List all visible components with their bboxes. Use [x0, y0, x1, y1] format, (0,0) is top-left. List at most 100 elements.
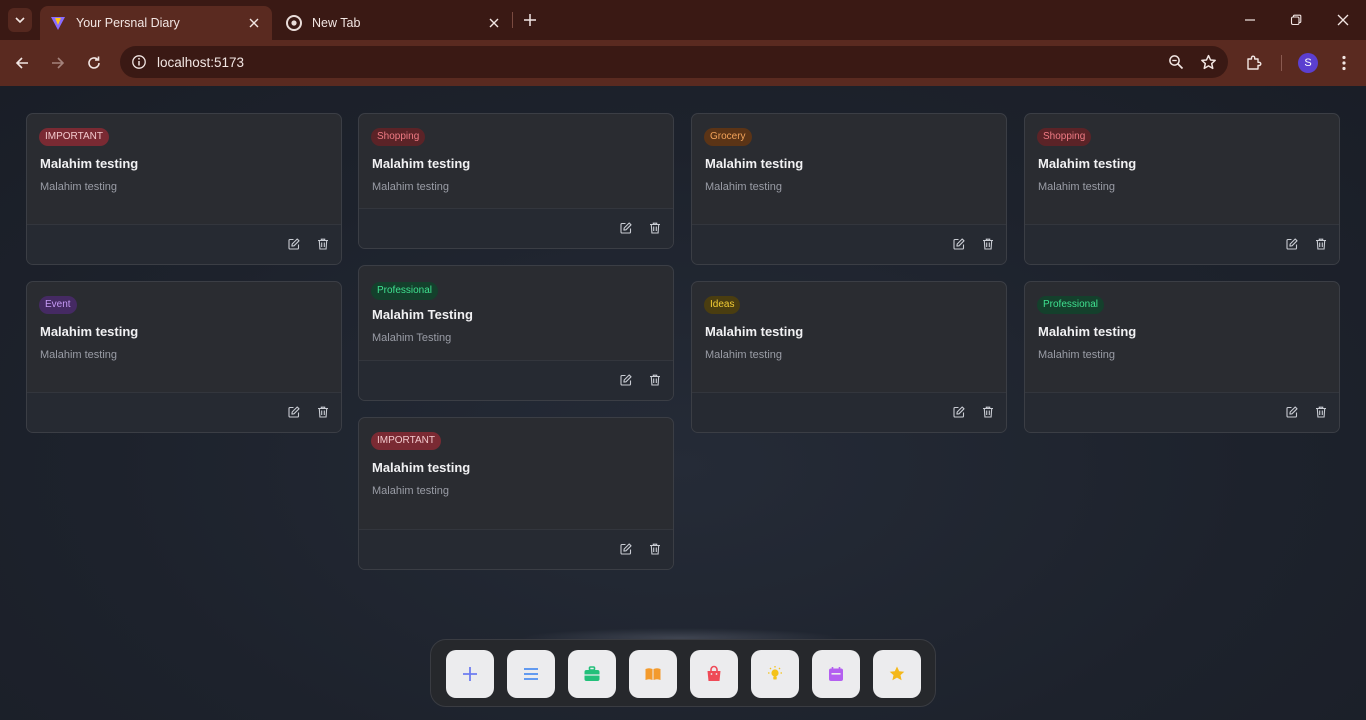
- note-body: Malahim testing: [1038, 349, 1116, 361]
- calendar-icon: [829, 667, 843, 681]
- site-info-icon[interactable]: [128, 51, 150, 73]
- delete-note-button[interactable]: [647, 541, 663, 557]
- list-icon: [524, 668, 538, 680]
- delete-note-button[interactable]: [1313, 236, 1329, 252]
- note-card[interactable]: Professional Malahim testing Malahim tes…: [1024, 281, 1340, 433]
- edit-note-button[interactable]: [951, 404, 967, 420]
- category-badge: Grocery: [704, 128, 752, 146]
- note-card-footer: [27, 224, 341, 264]
- bookmark-star-icon[interactable]: [1196, 50, 1220, 74]
- url-text[interactable]: localhost:5173: [157, 55, 1164, 70]
- minimize-window-button[interactable]: [1238, 8, 1262, 32]
- note-title: Malahim testing: [1038, 156, 1137, 171]
- note-title: Malahim Testing: [372, 307, 473, 322]
- note-card[interactable]: Shopping Malahim testing Malahim testing: [1024, 113, 1340, 265]
- close-window-button[interactable]: [1331, 8, 1355, 32]
- toolbar-divider: [1281, 55, 1282, 71]
- tab-search-button[interactable]: [8, 8, 32, 32]
- delete-note-button[interactable]: [647, 372, 663, 388]
- trash-icon: [983, 238, 993, 250]
- lightbulb-icon: [768, 666, 782, 680]
- ideas-filter-button[interactable]: [751, 650, 799, 698]
- note-title: Malahim testing: [372, 460, 471, 475]
- note-card[interactable]: Shopping Malahim testing Malahim testing: [358, 113, 674, 249]
- forward-button[interactable]: [46, 51, 70, 75]
- diary-filter-button[interactable]: [629, 650, 677, 698]
- note-card[interactable]: Ideas Malahim testing Malahim testing: [691, 281, 1007, 433]
- note-title: Malahim testing: [40, 324, 139, 339]
- add-note-button[interactable]: [446, 650, 494, 698]
- briefcase-icon: [584, 666, 600, 681]
- edit-note-button[interactable]: [618, 372, 634, 388]
- edit-note-button[interactable]: [286, 236, 302, 252]
- important-filter-button[interactable]: [873, 650, 921, 698]
- note-card[interactable]: Event Malahim testing Malahim testing: [26, 281, 342, 433]
- back-button[interactable]: [10, 51, 34, 75]
- note-body: Malahim Testing: [372, 332, 452, 344]
- trash-icon: [1316, 238, 1326, 250]
- profile-avatar[interactable]: S: [1298, 53, 1318, 73]
- tab-title: Your Persnal Diary: [76, 16, 180, 30]
- close-icon: [1337, 14, 1349, 26]
- professional-filter-button[interactable]: [568, 650, 616, 698]
- delete-note-button[interactable]: [980, 404, 996, 420]
- reload-button[interactable]: [82, 51, 106, 75]
- edit-icon: [1286, 406, 1298, 418]
- address-bar[interactable]: localhost:5173: [120, 46, 1228, 78]
- delete-note-button[interactable]: [647, 220, 663, 236]
- browser-menu-button[interactable]: [1332, 51, 1356, 75]
- delete-note-button[interactable]: [315, 404, 331, 420]
- delete-note-button[interactable]: [315, 236, 331, 252]
- trash-icon: [650, 374, 660, 386]
- arrow-right-icon: [52, 57, 65, 69]
- reload-icon: [88, 56, 100, 69]
- all-notes-button[interactable]: [507, 650, 555, 698]
- delete-note-button[interactable]: [980, 236, 996, 252]
- edit-icon: [620, 543, 632, 555]
- shopping-bag-icon: [707, 665, 721, 681]
- extensions-button[interactable]: [1242, 51, 1266, 75]
- note-body: Malahim testing: [40, 349, 118, 361]
- plus-icon: [524, 14, 536, 26]
- note-card-footer: [359, 529, 673, 569]
- note-body: Malahim testing: [40, 181, 118, 193]
- edit-icon: [953, 406, 965, 418]
- new-tab-button[interactable]: [520, 10, 540, 30]
- note-card[interactable]: Professional Malahim Testing Malahim Tes…: [358, 265, 674, 401]
- close-tab-icon[interactable]: [486, 15, 502, 31]
- edit-note-button[interactable]: [951, 236, 967, 252]
- note-body: Malahim testing: [372, 485, 450, 497]
- note-card[interactable]: IMPORTANT Malahim testing Malahim testin…: [358, 417, 674, 570]
- note-body: Malahim testing: [705, 349, 783, 361]
- browser-toolbar: localhost:5173 S: [0, 40, 1366, 86]
- shopping-filter-button[interactable]: [690, 650, 738, 698]
- note-card-footer: [692, 224, 1006, 264]
- event-filter-button[interactable]: [812, 650, 860, 698]
- tab-your-persnal-diary[interactable]: Your Persnal Diary: [40, 6, 272, 40]
- edit-note-button[interactable]: [618, 541, 634, 557]
- note-title: Malahim testing: [705, 324, 804, 339]
- category-badge: Shopping: [1037, 128, 1092, 146]
- note-card[interactable]: IMPORTANT Malahim testing Malahim testin…: [26, 113, 342, 265]
- note-body: Malahim testing: [705, 181, 783, 193]
- edit-note-button[interactable]: [1284, 236, 1300, 252]
- category-dock: [430, 639, 936, 707]
- note-body: Malahim testing: [372, 181, 450, 193]
- note-card[interactable]: Grocery Malahim testing Malahim testing: [691, 113, 1007, 265]
- category-badge: IMPORTANT: [39, 128, 109, 146]
- star-icon: [889, 666, 905, 681]
- category-badge: Ideas: [704, 296, 741, 314]
- restore-window-button[interactable]: [1284, 8, 1308, 32]
- close-tab-icon[interactable]: [246, 15, 262, 31]
- tab-new-tab[interactable]: New Tab: [276, 6, 512, 40]
- edit-note-button[interactable]: [618, 220, 634, 236]
- chrome-favicon-icon: [286, 15, 302, 31]
- edit-note-button[interactable]: [286, 404, 302, 420]
- zoom-icon[interactable]: [1164, 50, 1188, 74]
- note-title: Malahim testing: [705, 156, 804, 171]
- edit-note-button[interactable]: [1284, 404, 1300, 420]
- delete-note-button[interactable]: [1313, 404, 1329, 420]
- edit-icon: [620, 374, 632, 386]
- tab-title: New Tab: [312, 16, 361, 30]
- tab-divider: [512, 12, 513, 28]
